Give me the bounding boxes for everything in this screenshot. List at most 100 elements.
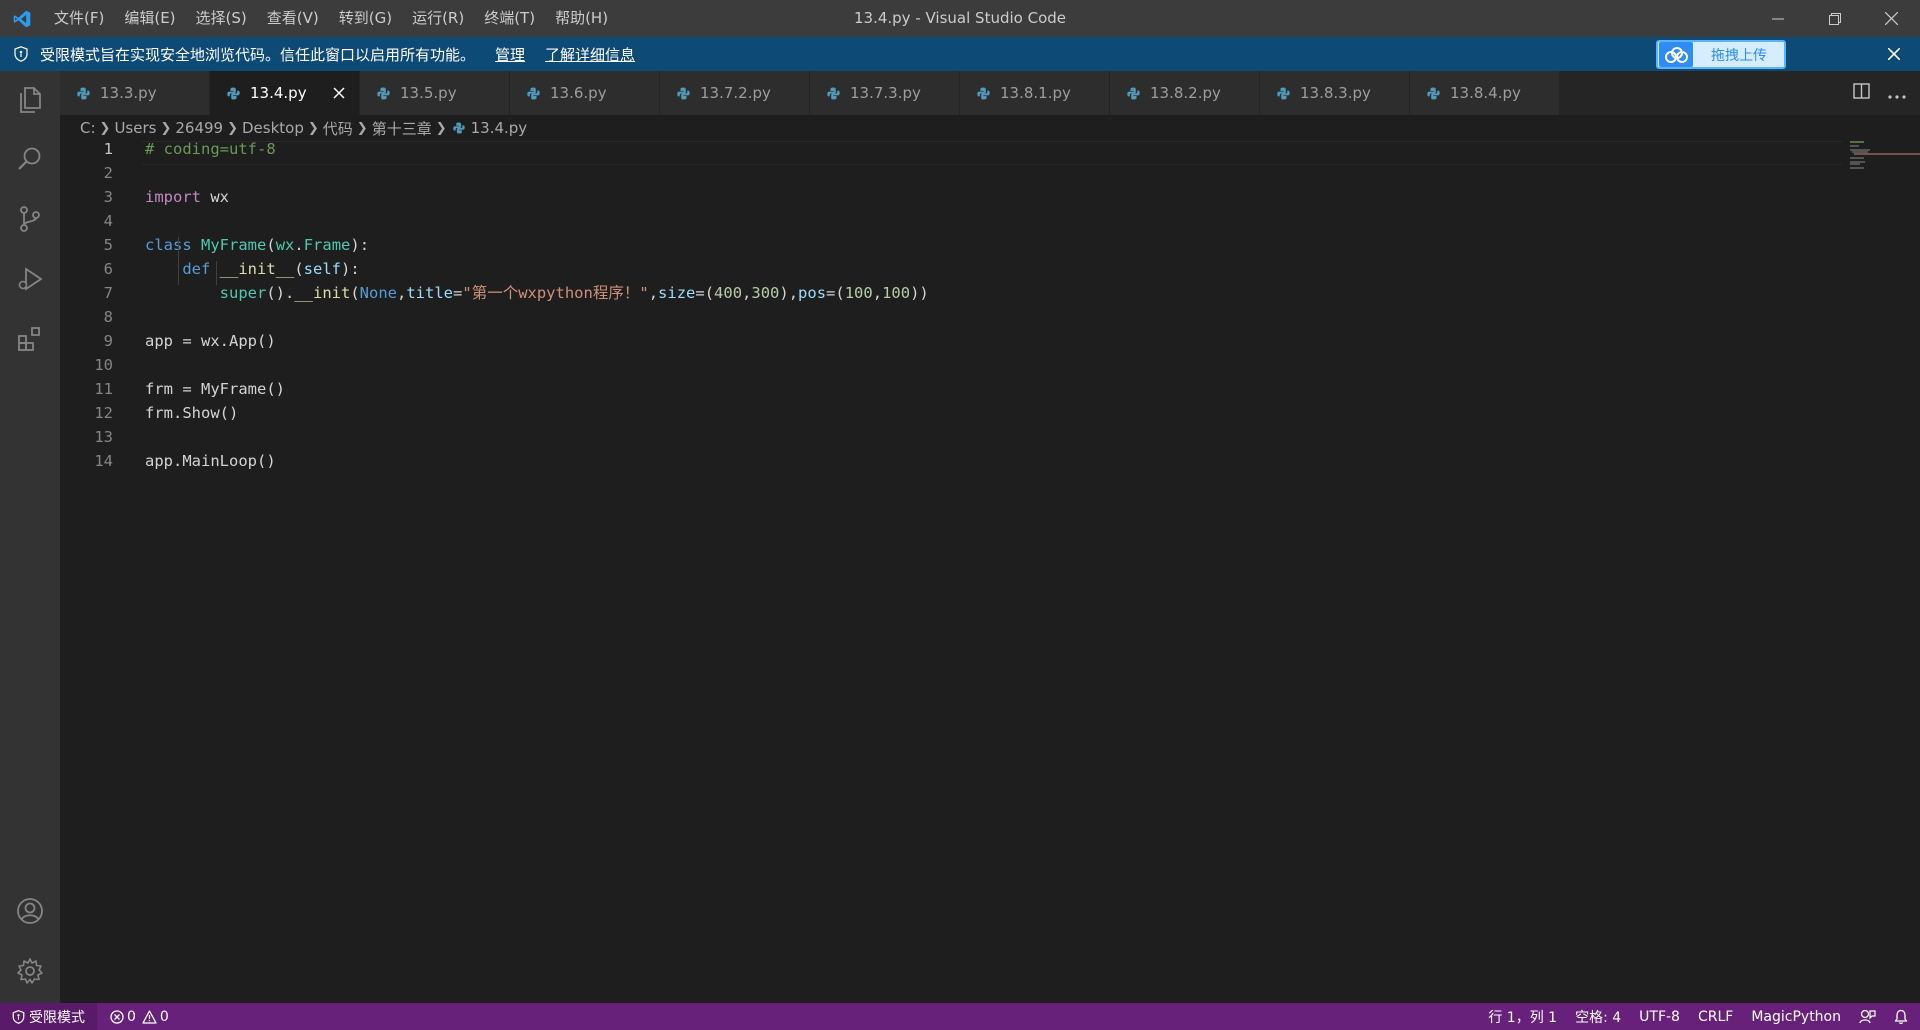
breadcrumb-item[interactable]: Desktop — [242, 119, 304, 137]
tab-13-8-2-py[interactable]: 13.8.2.py — [1110, 71, 1260, 115]
code-token: =( — [826, 284, 845, 302]
code-line: 5 class MyFrame(wx.Frame): — [60, 233, 1840, 257]
more-actions-icon[interactable] — [1888, 84, 1906, 103]
indentation-status[interactable]: 空格: 4 — [1566, 1003, 1630, 1030]
breadcrumb-item[interactable]: 代码 — [323, 118, 353, 139]
code-line: 7 super().__init(None,title="第一个wxpython… — [60, 281, 1840, 305]
python-file-icon — [377, 86, 391, 100]
restricted-mode-status[interactable]: 受限模式 — [0, 1003, 97, 1030]
banner-close-button[interactable] — [1884, 44, 1904, 64]
tab-label: 13.3.py — [100, 84, 157, 102]
account-icon[interactable] — [10, 891, 50, 931]
menu-view[interactable]: 查看(V) — [257, 0, 329, 37]
tab-13-5-py[interactable]: 13.5.py — [360, 71, 510, 115]
tab-13-7-2-py[interactable]: 13.7.2.py — [660, 71, 810, 115]
menu-help[interactable]: 帮助(H) — [545, 0, 618, 37]
close-window-button[interactable] — [1863, 0, 1920, 37]
code-token: "第一个wxpython程序！" — [462, 284, 649, 302]
line-number: 2 — [103, 164, 113, 182]
manage-link[interactable]: 管理 — [495, 44, 525, 65]
status-bar-right: 行 1，列 1 空格: 4 UTF-8 CRLF MagicPython — [1479, 1003, 1920, 1030]
menu-selection[interactable]: 选择(S) — [186, 0, 257, 37]
code-text: import wx — [145, 185, 229, 209]
restore-button[interactable] — [1806, 0, 1863, 37]
tab-label: 13.7.2.py — [700, 84, 771, 102]
code-token: __init — [294, 284, 351, 302]
encoding-status[interactable]: UTF-8 — [1630, 1003, 1689, 1030]
tab-13-6-py[interactable]: 13.6.py — [510, 71, 660, 115]
code-text: # coding=utf-8 — [145, 137, 276, 161]
title-bar: 文件(F) 编辑(E) 选择(S) 查看(V) 转到(G) 运行(R) 终端(T… — [0, 0, 1920, 37]
code-token: , — [648, 284, 659, 302]
chevron-right-icon: ❯ — [307, 120, 319, 136]
tab-13-7-3-py[interactable]: 13.7.3.py — [810, 71, 960, 115]
minimize-button[interactable] — [1749, 0, 1806, 37]
code-token: title — [406, 284, 454, 302]
line-ending-status[interactable]: CRLF — [1689, 1003, 1742, 1030]
source-control-icon[interactable] — [10, 199, 50, 239]
code-token: # coding=utf-8 — [145, 140, 276, 158]
tab-close-button[interactable] — [331, 85, 347, 101]
menu-edit[interactable]: 编辑(E) — [114, 0, 185, 37]
vertical-scrollbar[interactable] — [1906, 141, 1920, 1003]
line-number: 3 — [103, 188, 113, 206]
restricted-mode-label: 受限模式 — [29, 1009, 85, 1026]
python-file-icon — [677, 86, 691, 100]
tab-label: 13.8.4.py — [1450, 84, 1521, 102]
code-token: app.MainLoop() — [145, 452, 276, 470]
menu-go[interactable]: 转到(G) — [329, 0, 402, 37]
chevron-right-icon: ❯ — [227, 120, 238, 136]
code-token: wx — [275, 236, 295, 254]
line-number: 1 — [103, 140, 113, 158]
run-debug-icon[interactable] — [10, 259, 50, 299]
restricted-mode-banner: 受限模式旨在实现安全地浏览代码。信任此窗口以启用所有功能。 管理 了解详细信息 … — [0, 37, 1920, 71]
code-token: . — [294, 236, 304, 254]
activity-bar — [0, 71, 60, 1003]
code-token: super — [219, 284, 267, 302]
tab-13-4-py[interactable]: 13.4.py — [210, 71, 360, 115]
vscode-logo-icon — [0, 0, 44, 37]
code-token: Frame — [303, 236, 351, 254]
tab-label: 13.8.1.py — [1000, 84, 1071, 102]
breadcrumb-item[interactable]: C: — [80, 119, 96, 137]
indent-guide — [178, 237, 179, 285]
search-icon[interactable] — [10, 139, 50, 179]
code-token: 100 — [882, 284, 911, 302]
code-line: 4 — [60, 209, 1840, 233]
tab-13-8-4-py[interactable]: 13.8.4.py — [1410, 71, 1560, 115]
code-line: 2 — [60, 161, 1840, 185]
code-token: MyFrame — [201, 236, 267, 254]
code-editor[interactable]: 1 # coding=utf-8 2 3 import wx 4 5 class MyFram… — [60, 140, 1920, 1003]
language-mode-status[interactable]: MagicPython — [1742, 1003, 1850, 1030]
tab-13-8-3-py[interactable]: 13.8.3.py — [1260, 71, 1410, 115]
settings-gear-icon[interactable] — [10, 951, 50, 991]
explorer-icon[interactable] — [10, 79, 50, 119]
problems-status[interactable]: 0 0 — [101, 1003, 178, 1030]
window-controls — [1749, 0, 1920, 37]
breadcrumb-item[interactable]: 第十三章 — [372, 118, 432, 139]
feedback-icon[interactable] — [1850, 1003, 1885, 1030]
split-editor-icon[interactable] — [1853, 83, 1870, 103]
tab-13-3-py[interactable]: 13.3.py — [60, 71, 210, 115]
tab-13-8-1-py[interactable]: 13.8.1.py — [960, 71, 1110, 115]
tab-label: 13.8.3.py — [1300, 84, 1371, 102]
menu-terminal[interactable]: 终端(T) — [474, 0, 545, 37]
menu-run[interactable]: 运行(R) — [402, 0, 474, 37]
extensions-icon[interactable] — [10, 319, 50, 359]
tab-label: 13.7.3.py — [850, 84, 921, 102]
notifications-bell-icon[interactable] — [1885, 1003, 1920, 1030]
close-icon — [333, 87, 345, 99]
menu-file[interactable]: 文件(F) — [44, 0, 114, 37]
code-text: app.MainLoop() — [145, 449, 276, 473]
breadcrumb-item[interactable]: 26499 — [175, 119, 223, 137]
chevron-right-icon: ❯ — [160, 120, 172, 136]
error-icon — [110, 1009, 124, 1024]
cursor-position[interactable]: 行 1，列 1 — [1479, 1003, 1566, 1030]
breadcrumb-item[interactable]: Users — [114, 119, 156, 137]
breadcrumb-item[interactable]: 13.4.py — [471, 119, 528, 137]
learn-more-link[interactable]: 了解详细信息 — [545, 44, 635, 65]
upload-button[interactable]: 拖拽上传 — [1656, 40, 1786, 69]
